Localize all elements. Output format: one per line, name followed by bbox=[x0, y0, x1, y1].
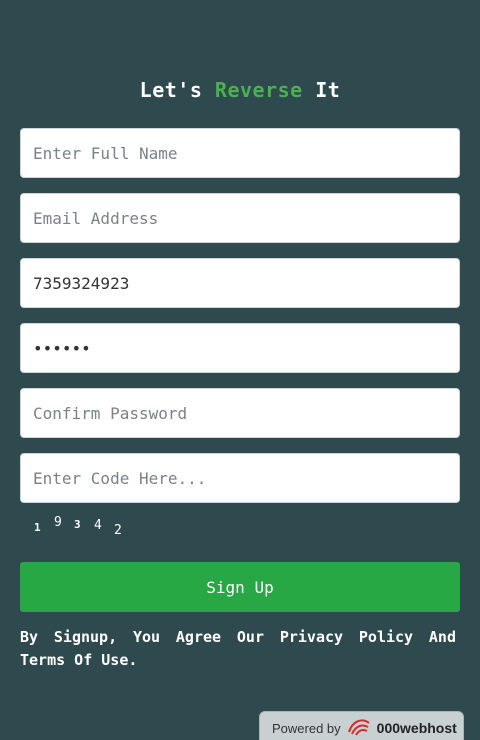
phone-field[interactable] bbox=[20, 258, 460, 308]
code-field[interactable] bbox=[20, 453, 460, 503]
title-prefix: Let's bbox=[139, 78, 215, 102]
brand-name: 000webhost bbox=[376, 720, 457, 736]
captcha-digit: 4 bbox=[94, 518, 102, 533]
confirm-password-field[interactable] bbox=[20, 388, 460, 438]
sign-up-button[interactable]: Sign Up bbox=[20, 562, 460, 612]
captcha-digit: 2 bbox=[114, 523, 122, 538]
terms-text: By Signup, You Agree Our Privacy Policy … bbox=[20, 628, 456, 669]
full-name-field[interactable] bbox=[20, 128, 460, 178]
title-accent: Reverse bbox=[214, 78, 303, 102]
title-suffix: It bbox=[302, 78, 341, 102]
webhost-logo-icon bbox=[347, 718, 371, 739]
captcha-digit: 9 bbox=[54, 515, 62, 530]
captcha-digit: 1 bbox=[34, 521, 41, 534]
password-field[interactable] bbox=[20, 323, 460, 373]
page-title: Let's Reverse It bbox=[0, 78, 480, 102]
captcha-digit: 3 bbox=[74, 518, 81, 531]
powered-by-badge[interactable]: Powered by 000webhost bbox=[259, 711, 464, 740]
email-field[interactable] bbox=[20, 193, 460, 243]
powered-by-label: Powered by bbox=[272, 720, 341, 736]
captcha-code: 1 9 3 4 2 bbox=[34, 514, 154, 542]
